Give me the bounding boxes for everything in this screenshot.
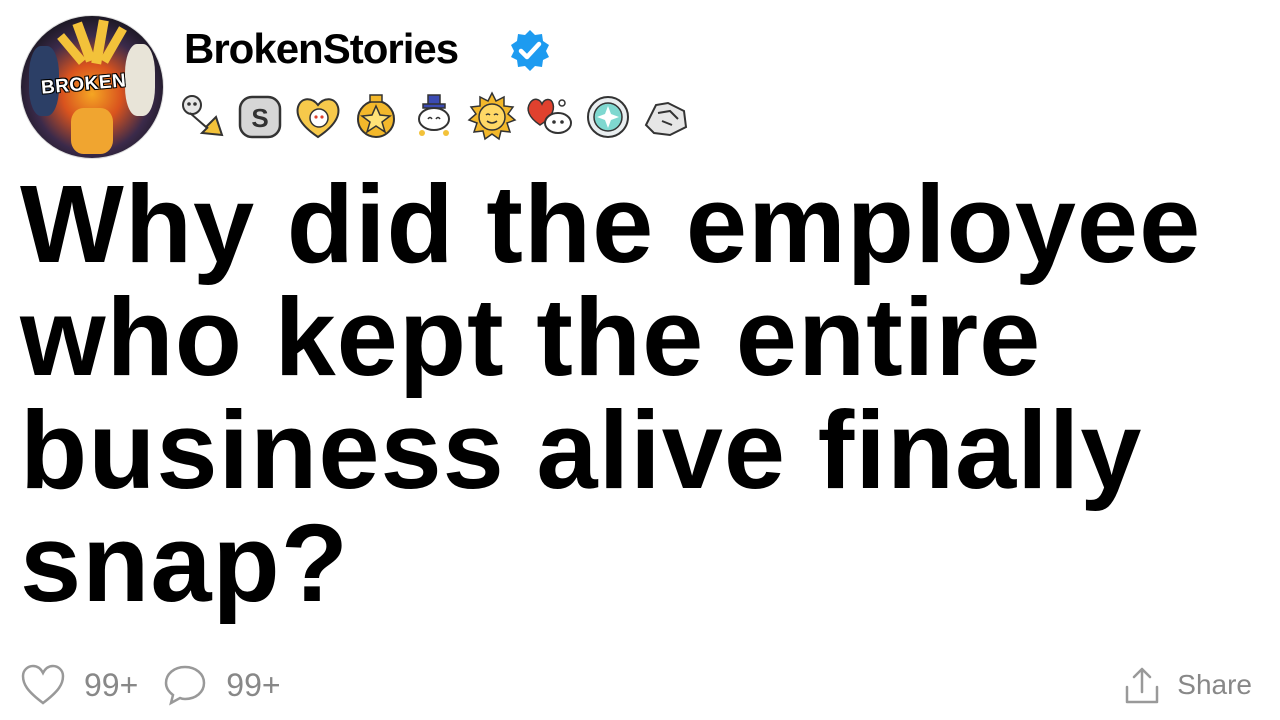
heart-icon [21, 664, 65, 705]
sun-award-icon[interactable] [466, 91, 518, 143]
share-button[interactable]: Share [1123, 660, 1252, 710]
comment-count: 99+ [226, 666, 281, 703]
comment-button[interactable]: 99+ [162, 664, 281, 706]
svg-text:S: S [251, 103, 268, 133]
verified-badge-icon [511, 30, 549, 71]
like-count: 99+ [84, 666, 139, 703]
bugle-award-icon[interactable] [176, 91, 228, 143]
top-hat-snoo-award-icon[interactable] [408, 91, 460, 143]
post-title: Why did the employee who kept the entire… [20, 163, 1202, 625]
share-upload-icon [1126, 667, 1159, 704]
awards-row: S [176, 88, 692, 146]
share-label: Share [1177, 669, 1252, 700]
heart-snoo-award-icon[interactable] [292, 91, 344, 143]
avatar[interactable]: BROKEN [20, 15, 164, 159]
platinum-gem-award-icon[interactable] [582, 91, 634, 143]
handshake-award-icon[interactable] [640, 91, 692, 143]
comment-bubble-icon [165, 665, 206, 706]
gold-star-award-icon[interactable] [350, 91, 402, 143]
silver-award-icon[interactable]: S [234, 91, 286, 143]
post-actions: 99+ 99+ [20, 660, 305, 710]
username[interactable]: BrokenStories [184, 24, 459, 74]
heart-balloon-snoo-award-icon[interactable] [524, 91, 576, 143]
like-button[interactable]: 99+ [20, 664, 138, 706]
